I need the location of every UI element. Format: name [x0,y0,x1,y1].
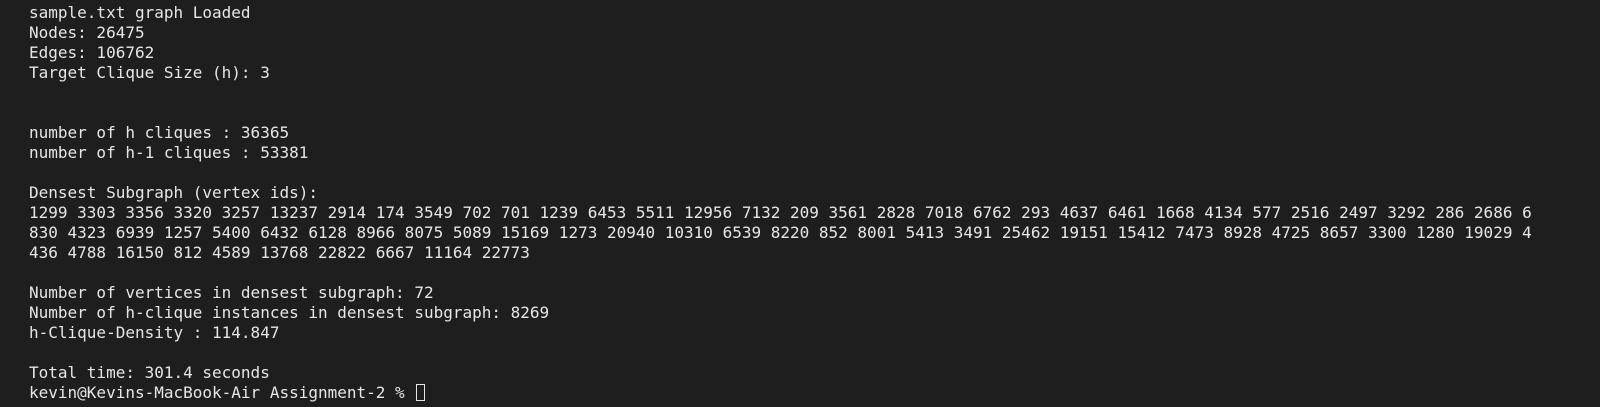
nodes-line: Nodes: 26475 [29,23,145,42]
clique-density-line: h-Clique-Density : 114.847 [29,323,280,342]
shell-prompt: kevin@Kevins-MacBook-Air Assignment-2 % [29,383,415,402]
terminal-window[interactable]: sample.txt graph Loaded Nodes: 26475 Edg… [0,0,1600,407]
h-minus-1-cliques-count-line: number of h-1 cliques : 53381 [29,143,309,162]
shell-prompt-line[interactable]: kevin@Kevins-MacBook-Air Assignment-2 % [29,383,1600,403]
densest-subgraph-header: Densest Subgraph (vertex ids): [29,183,318,202]
vertex-ids-row: 830 4323 6939 1257 5400 6432 6128 8966 8… [29,223,1532,242]
total-time-line: Total time: 301.4 seconds [29,363,270,382]
text-cursor [416,384,426,401]
graph-loaded-line: sample.txt graph Loaded [29,3,251,22]
target-clique-size-line: Target Clique Size (h): 3 [29,63,270,82]
h-cliques-count-line: number of h cliques : 36365 [29,123,290,142]
edges-line: Edges: 106762 [29,43,155,62]
vertex-ids-row: 1299 3303 3356 3320 3257 13237 2914 174 … [29,203,1532,222]
vertex-ids-row: 436 4788 16150 812 4589 13768 22822 6667… [29,243,530,262]
clique-instances-line: Number of h-clique instances in densest … [29,303,550,322]
vertex-count-line: Number of vertices in densest subgraph: … [29,283,434,302]
